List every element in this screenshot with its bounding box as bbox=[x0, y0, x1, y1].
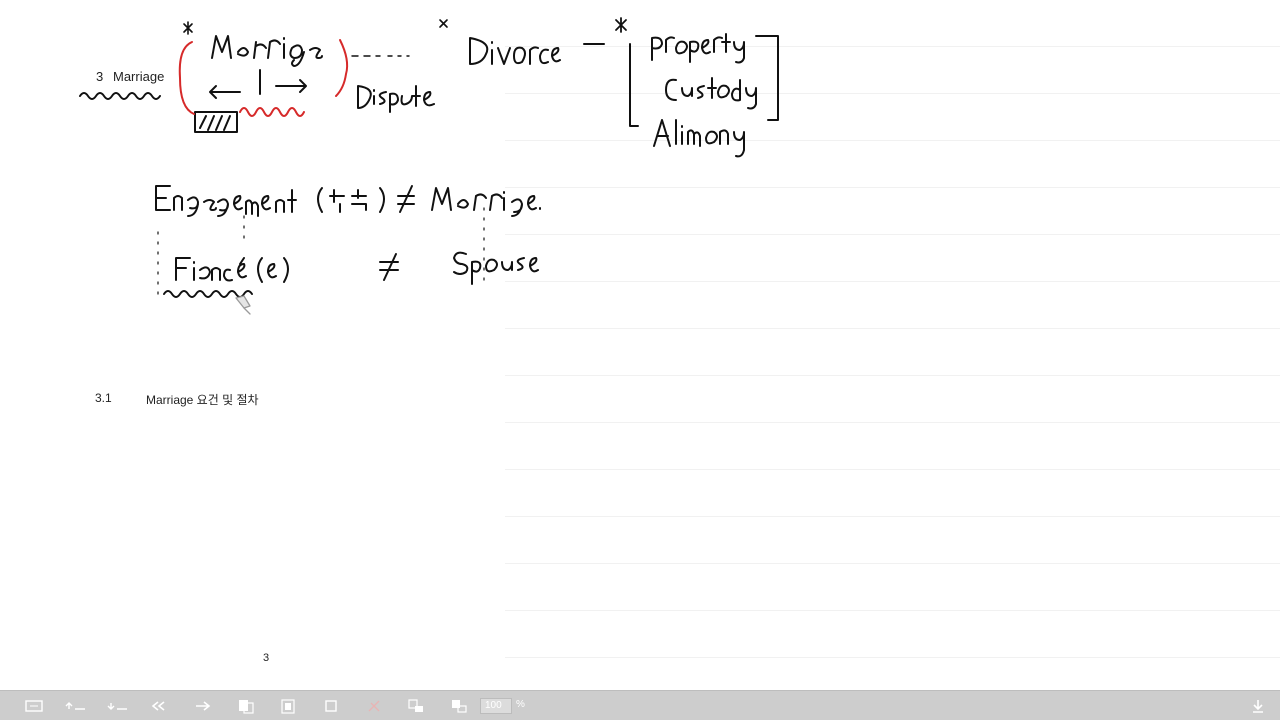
zoom-out-icon bbox=[452, 700, 467, 713]
delete-icon bbox=[368, 700, 380, 712]
download-button[interactable] bbox=[1246, 696, 1270, 716]
copy-icon bbox=[239, 700, 254, 714]
fit-page-button[interactable] bbox=[22, 696, 46, 716]
bottom-toolbar: 100 % bbox=[0, 690, 1280, 720]
delete-button[interactable] bbox=[362, 696, 386, 716]
undo-icon bbox=[151, 701, 165, 711]
undo-button[interactable] bbox=[149, 696, 173, 716]
zoom-out-button[interactable] bbox=[447, 696, 471, 716]
download-icon bbox=[1253, 700, 1263, 713]
eraser-cursor-icon bbox=[235, 295, 251, 315]
next-page-icon bbox=[107, 703, 127, 710]
zoom-in-button[interactable] bbox=[404, 696, 428, 716]
copy-button[interactable] bbox=[234, 696, 258, 716]
note-canvas[interactable]: 3 Marriage 3.1 Marriage 요건 및 절차 3 bbox=[0, 0, 1280, 690]
paste-icon bbox=[281, 699, 295, 714]
zoom-in-icon bbox=[408, 699, 423, 712]
fit-page-icon bbox=[25, 700, 43, 712]
zoom-level-input[interactable]: 100 bbox=[480, 698, 512, 714]
paste-button[interactable] bbox=[276, 696, 300, 716]
previous-page-icon bbox=[65, 702, 85, 710]
select-button[interactable] bbox=[319, 696, 343, 716]
previous-page-button[interactable] bbox=[64, 696, 88, 716]
select-icon bbox=[325, 700, 337, 712]
handwritten-marriage-diagram bbox=[79, 17, 779, 298]
zoom-unit-label: % bbox=[516, 699, 525, 710]
next-page-button[interactable] bbox=[106, 696, 130, 716]
redo-button[interactable] bbox=[191, 696, 215, 716]
highlight-ink-annotations bbox=[178, 39, 349, 117]
handwriting-ink-layer bbox=[79, 17, 779, 315]
redo-icon bbox=[196, 701, 211, 711]
